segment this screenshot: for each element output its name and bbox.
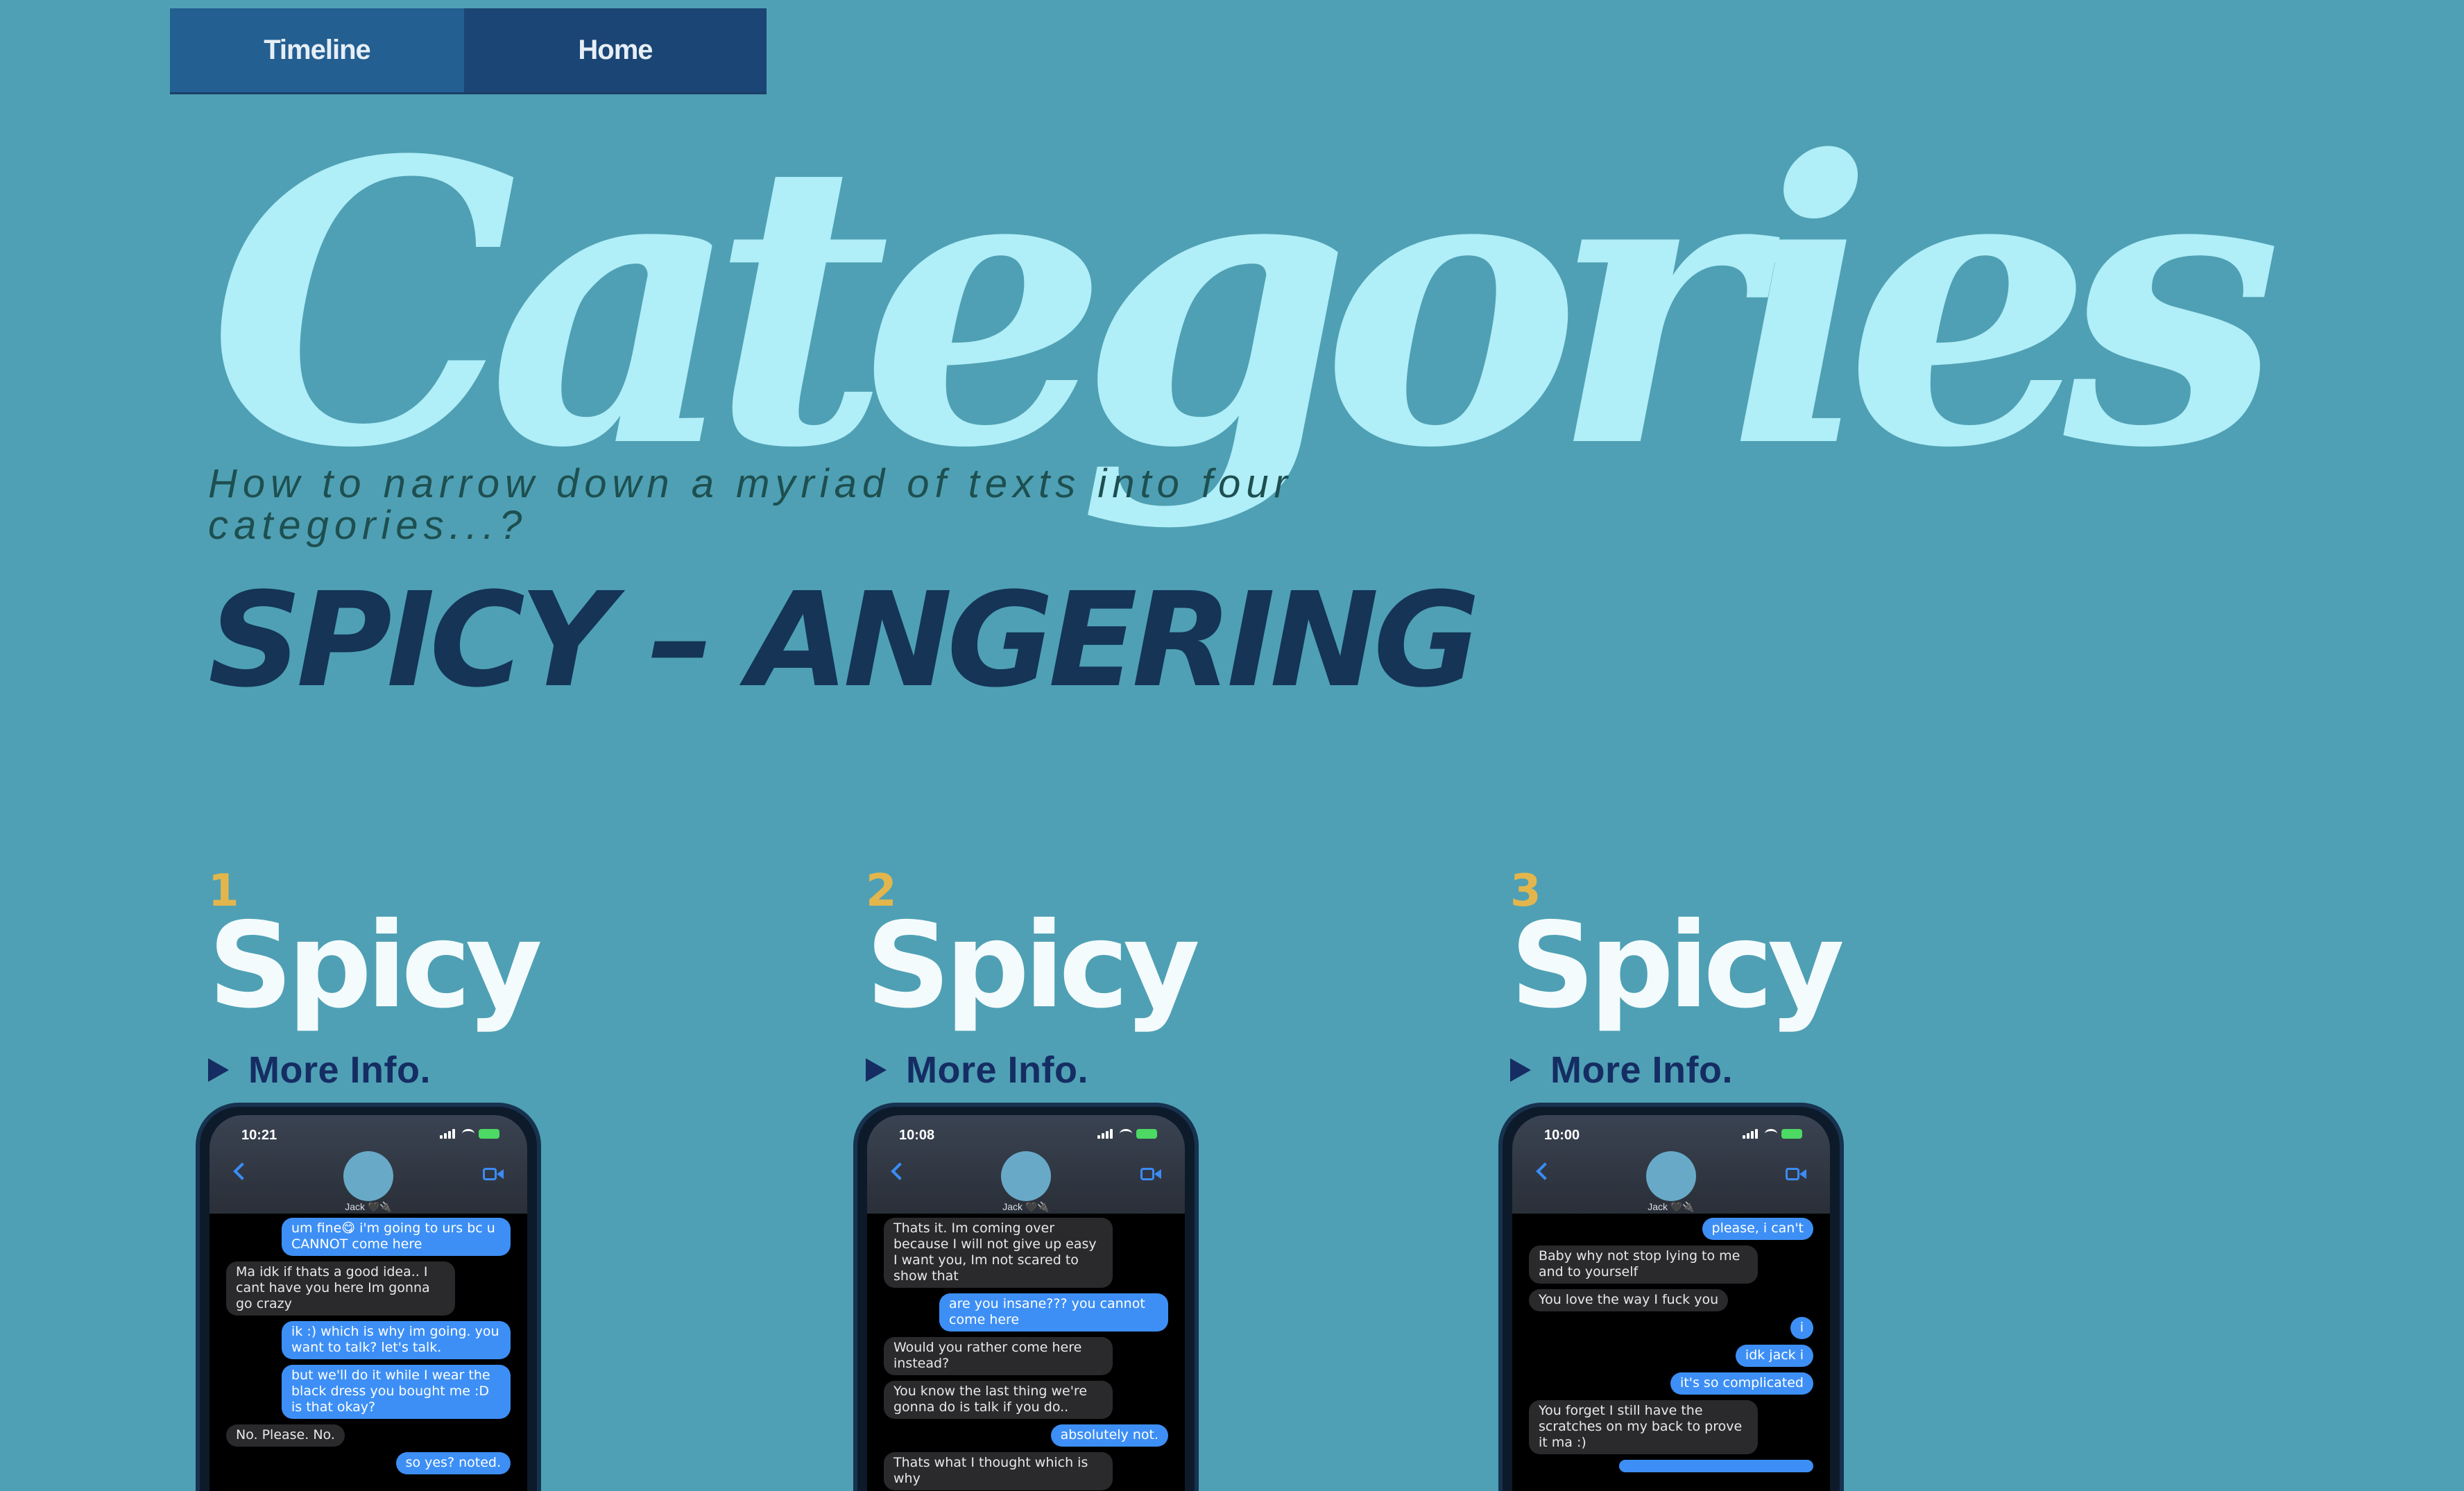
more-info-toggle[interactable]: More Info. <box>866 1049 1310 1092</box>
more-info-toggle[interactable]: More Info. <box>208 1049 652 1092</box>
signal-icon <box>440 1129 458 1139</box>
message-list: Thats it. Im coming over because I will … <box>867 1218 1185 1491</box>
phone-screen: 10:00 Jack 🖤🔌 please, i can't Baby why no… <box>1512 1115 1830 1491</box>
volume-button <box>853 1273 857 1336</box>
message-bubble-sent: it's so complicated <box>1670 1372 1813 1395</box>
wifi-icon <box>462 1129 474 1139</box>
wifi-icon <box>1120 1129 1132 1139</box>
message-bubble-sent: are you insane??? you cannot come here <box>939 1293 1168 1331</box>
more-info-toggle[interactable]: More Info. <box>1510 1049 1954 1092</box>
message-bubble-sent: so yes? noted. <box>395 1452 511 1474</box>
signal-icon <box>1097 1129 1115 1139</box>
card-title: Spicy <box>1510 897 1845 1035</box>
volume-button <box>1498 1273 1503 1336</box>
status-time: 10:08 <box>899 1128 935 1143</box>
avatar[interactable] <box>1646 1151 1696 1201</box>
message-bubble-sent: please, i can't <box>1702 1218 1813 1240</box>
contact-name: Jack 🖤🔌 <box>1002 1201 1050 1212</box>
page-subtitle: How to narrow down a myriad of texts int… <box>208 461 1293 548</box>
message-bubble-received: You love the way I fuck you <box>1529 1289 1729 1311</box>
battery-icon <box>1136 1129 1157 1139</box>
video-call-icon[interactable] <box>1140 1166 1161 1182</box>
power-button <box>1840 1287 1844 1377</box>
signal-icon <box>1743 1129 1761 1139</box>
back-chevron-icon[interactable] <box>891 1162 909 1180</box>
avatar[interactable] <box>343 1151 393 1201</box>
message-bubble-sent: but we'll do it while I wear the black d… <box>282 1365 511 1419</box>
phone-screenshot: 10:00 Jack 🖤🔌 please, i can't Baby why no… <box>1498 1103 1844 1491</box>
card-title: Spicy <box>866 897 1200 1035</box>
video-call-icon[interactable] <box>483 1166 504 1182</box>
message-bubble-received: You know the last thing we're gonna do i… <box>884 1381 1113 1419</box>
status-icons <box>1743 1129 1802 1139</box>
contact-name: Jack 🖤🔌 <box>1648 1201 1695 1212</box>
message-bubble-sent <box>1619 1460 1813 1472</box>
message-bubble-received: No. Please. No. <box>226 1424 345 1447</box>
power-button <box>537 1287 541 1377</box>
message-bubble-sent: um fine😋 i'm going to urs bc u CANNOT co… <box>282 1218 511 1256</box>
side-button <box>196 1211 200 1252</box>
message-bubble-received: Would you rather come here instead? <box>884 1337 1113 1375</box>
section-title: SPICY – ANGERING <box>208 564 1480 716</box>
chat-header: 10:00 Jack 🖤🔌 <box>1512 1115 1830 1214</box>
battery-icon <box>479 1129 499 1139</box>
message-list: please, i can't Baby why not stop lying t… <box>1512 1218 1830 1478</box>
triangle-right-icon <box>1510 1058 1531 1082</box>
wifi-icon <box>1765 1129 1777 1139</box>
chat-header: 10:08 Jack 🖤🔌 <box>867 1115 1185 1214</box>
message-list: um fine😋 i'm going to urs bc u CANNOT co… <box>209 1218 527 1480</box>
phone-screen: 10:21 Jack 🖤🔌 um fine😋 i'm going to urs … <box>209 1115 527 1491</box>
category-card: 2 Spicy More Info. <box>866 867 1310 1092</box>
back-chevron-icon[interactable] <box>233 1162 251 1180</box>
side-button <box>1498 1211 1503 1252</box>
phone-screenshot: 10:08 Jack 🖤🔌 Thats it. Im coming over b… <box>853 1103 1199 1491</box>
contact-name: Jack 🖤🔌 <box>345 1201 392 1212</box>
message-bubble-received: Thats what I thought which is why <box>884 1452 1113 1490</box>
message-bubble-received: Ma idk if thats a good idea.. I cant hav… <box>226 1261 455 1316</box>
status-icons <box>1097 1129 1157 1139</box>
power-button <box>1195 1287 1199 1377</box>
volume-button <box>1498 1346 1503 1408</box>
message-bubble-received: Baby why not stop lying to me and to you… <box>1529 1246 1758 1284</box>
more-info-label: More Info. <box>906 1049 1088 1091</box>
message-bubble-received: Thats it. Im coming over because I will … <box>884 1218 1113 1288</box>
volume-button <box>196 1346 200 1408</box>
message-bubble-received: You forget I still have the scratches on… <box>1529 1400 1758 1454</box>
avatar[interactable] <box>1001 1151 1051 1201</box>
side-button <box>853 1211 857 1252</box>
battery-icon <box>1781 1129 1802 1139</box>
message-bubble-sent: ik :) which is why im going. you want to… <box>282 1321 511 1359</box>
volume-button <box>196 1273 200 1336</box>
status-icons <box>440 1129 499 1139</box>
status-time: 10:00 <box>1544 1128 1580 1143</box>
category-card: 1 Spicy More Info. <box>208 867 652 1092</box>
status-time: 10:21 <box>241 1128 277 1143</box>
phone-screenshot: 10:21 Jack 🖤🔌 um fine😋 i'm going to urs … <box>196 1103 541 1491</box>
back-chevron-icon[interactable] <box>1536 1162 1554 1180</box>
phone-screen: 10:08 Jack 🖤🔌 Thats it. Im coming over b… <box>867 1115 1185 1491</box>
triangle-right-icon <box>866 1058 887 1082</box>
chat-header: 10:21 Jack 🖤🔌 <box>209 1115 527 1214</box>
more-info-label: More Info. <box>1550 1049 1733 1091</box>
category-card: 3 Spicy More Info. <box>1510 867 1954 1092</box>
volume-button <box>853 1346 857 1408</box>
more-info-label: More Info. <box>248 1049 431 1091</box>
message-bubble-sent: i <box>1790 1317 1813 1339</box>
triangle-right-icon <box>208 1058 229 1082</box>
video-call-icon[interactable] <box>1786 1166 1806 1182</box>
page-title: Categories <box>208 77 2282 533</box>
message-bubble-sent: idk jack i <box>1735 1345 1813 1367</box>
card-title: Spicy <box>208 897 542 1035</box>
message-bubble-sent: absolutely not. <box>1050 1424 1168 1447</box>
